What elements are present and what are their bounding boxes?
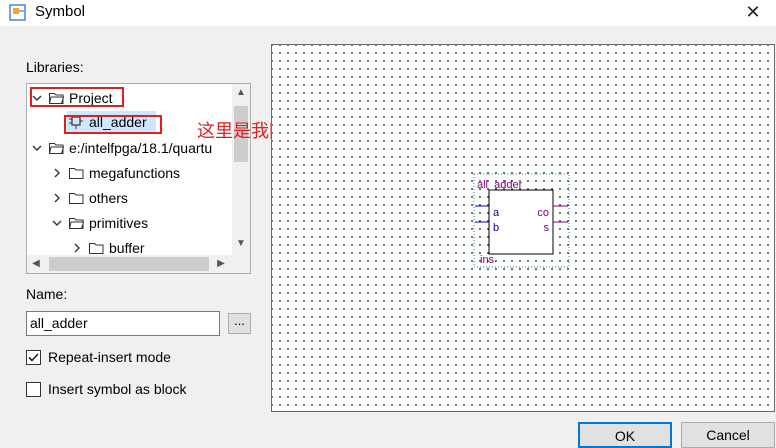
symbol-preview-canvas: all_adder a b co s ins: [271, 44, 775, 412]
tree-item-label: e:/intelfpga/18.1/quartu: [69, 140, 213, 156]
symbol-app-icon: [9, 4, 26, 21]
ok-button[interactable]: OK: [578, 422, 672, 448]
scroll-down-icon[interactable]: ▼: [232, 235, 250, 253]
name-input[interactable]: all_adder: [26, 311, 220, 336]
tree-item-megafunctions[interactable]: megafunctions: [27, 162, 232, 184]
pin-label-co: co: [537, 207, 549, 219]
chevron-down-icon[interactable]: [51, 217, 63, 229]
repeat-insert-label[interactable]: Repeat-insert mode: [48, 349, 171, 365]
chevron-right-icon[interactable]: [51, 167, 63, 179]
close-button[interactable]: ✕: [730, 0, 776, 26]
folder-icon: [69, 168, 84, 179]
horizontal-scroll-thumb[interactable]: [49, 257, 209, 271]
libraries-label: Libraries:: [26, 59, 84, 75]
folder-open-icon: [49, 143, 64, 154]
pin-label-a: a: [493, 207, 500, 219]
window-title: Symbol: [35, 3, 86, 20]
tree-item-buffer[interactable]: buffer: [27, 237, 232, 254]
folder-icon: [69, 193, 84, 204]
chevron-right-icon[interactable]: [51, 192, 63, 204]
vertical-scrollbar[interactable]: ▲ ▼: [232, 84, 250, 255]
pin-label-b: b: [493, 222, 499, 234]
insert-as-block-label[interactable]: Insert symbol as block: [48, 381, 187, 397]
tree-item-primitives[interactable]: primitives: [27, 212, 232, 234]
insert-as-block-checkbox[interactable]: [26, 382, 41, 397]
symbol-name-label: all_adder: [477, 179, 523, 191]
scroll-right-icon[interactable]: ▶: [212, 255, 230, 273]
tree-item-others[interactable]: others: [27, 187, 232, 209]
name-label: Name:: [26, 286, 68, 302]
horizontal-scrollbar[interactable]: ◀ ▶: [27, 255, 250, 273]
tree-item-label: buffer: [109, 240, 145, 254]
chevron-down-icon[interactable]: [31, 142, 43, 154]
folder-open-icon: [69, 218, 84, 229]
scroll-left-icon[interactable]: ◀: [27, 255, 45, 273]
tree-item-label: megafunctions: [89, 165, 181, 181]
tree-item-label: primitives: [89, 215, 149, 231]
highlight-box-project: [30, 87, 124, 107]
title-bar: Symbol ✕: [0, 0, 776, 26]
pin-label-s: s: [544, 222, 550, 234]
folder-icon: [89, 243, 104, 254]
close-icon: ✕: [745, 2, 761, 22]
scroll-up-icon[interactable]: ▲: [232, 84, 250, 102]
browse-button[interactable]: ...: [228, 313, 251, 334]
checkmark-icon: [28, 353, 39, 362]
cancel-button[interactable]: Cancel: [681, 422, 775, 448]
instance-label: ins: [480, 254, 495, 266]
symbol-preview: all_adder a b co s ins: [473, 173, 570, 268]
highlight-box-all-adder: [64, 115, 162, 134]
chevron-right-icon[interactable]: [71, 242, 83, 254]
tree-item-label: others: [89, 190, 128, 206]
libraries-tree[interactable]: Project all_adder e:/intelfpga/18.1/quar…: [26, 83, 251, 274]
repeat-insert-checkbox[interactable]: [26, 350, 41, 365]
